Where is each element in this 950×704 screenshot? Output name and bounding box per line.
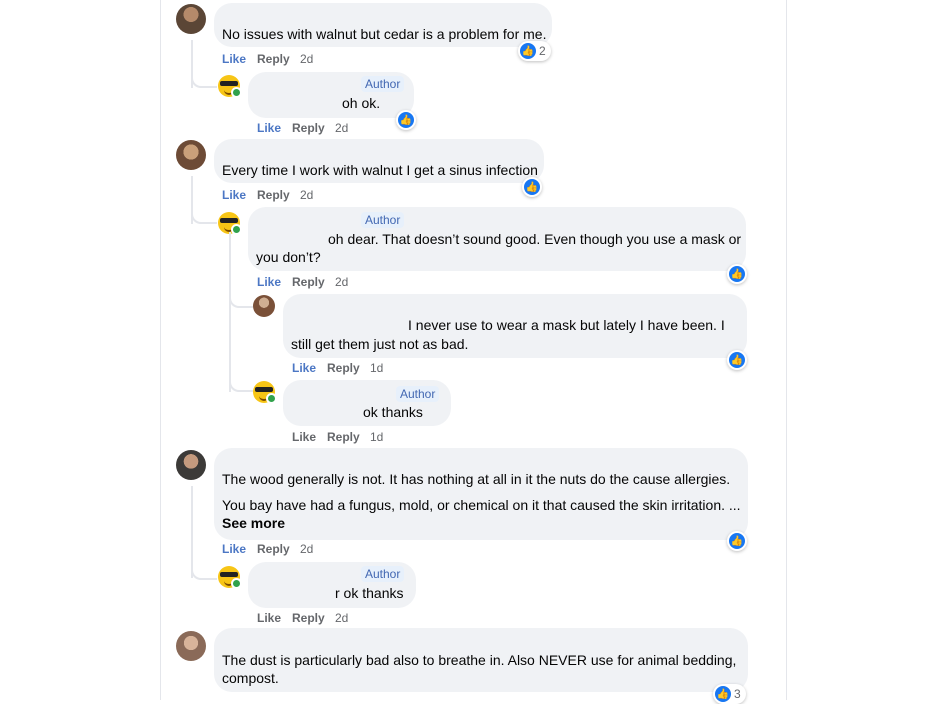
- commenter-name[interactable]: [256, 568, 356, 578]
- avatar[interactable]: [253, 295, 275, 317]
- comment-text-line1: The wood generally is not. It has nothin…: [222, 471, 731, 487]
- reply-text-line2: still get them just not as bad.: [291, 336, 469, 352]
- like-thumb-icon: 👍: [729, 266, 745, 282]
- reply-text: r ok thanks: [335, 585, 404, 601]
- mention-tag[interactable]: [287, 404, 359, 418]
- mention-tag[interactable]: [291, 317, 401, 331]
- timestamp[interactable]: 2d: [335, 121, 348, 135]
- commenter-name[interactable]: [222, 634, 332, 644]
- mention-tag[interactable]: [252, 585, 332, 599]
- mention-tag[interactable]: [256, 231, 322, 245]
- like-thumb-icon: 👍: [520, 43, 536, 59]
- timestamp[interactable]: 2d: [335, 275, 348, 289]
- sunglasses-emoji-icon[interactable]: [218, 566, 242, 589]
- reply-text-line1: oh dear. That doesn’t sound good. Even t…: [328, 231, 742, 247]
- like-button[interactable]: Like: [292, 361, 316, 375]
- like-button[interactable]: Like: [257, 275, 281, 289]
- reply-text: oh ok.: [342, 95, 381, 111]
- avatar[interactable]: [176, 140, 206, 170]
- commenter-name[interactable]: [222, 144, 322, 154]
- timestamp[interactable]: 1d: [370, 361, 383, 375]
- reaction-summary[interactable]: 👍: [522, 177, 542, 197]
- avatar[interactable]: [176, 4, 206, 34]
- timestamp[interactable]: 2d: [300, 188, 313, 202]
- reply-connector: [229, 366, 253, 392]
- commenter-name[interactable]: [222, 454, 332, 464]
- timestamp[interactable]: 2d: [300, 52, 313, 66]
- commenter-name[interactable]: [256, 77, 356, 87]
- comment-text-line2: compost.: [222, 670, 279, 686]
- reply-connector: [191, 60, 217, 88]
- avatar[interactable]: [176, 631, 206, 661]
- author-badge: Author: [396, 386, 440, 402]
- sunglasses-emoji-icon[interactable]: [218, 212, 242, 235]
- reply-button[interactable]: Reply: [327, 361, 360, 375]
- reply-button[interactable]: Reply: [292, 275, 325, 289]
- reply-text-line1: I never use to wear a mask but lately I …: [408, 317, 725, 333]
- reply-button[interactable]: Reply: [292, 611, 325, 625]
- like-thumb-icon: 👍: [729, 352, 745, 368]
- feed-left-border: [160, 0, 161, 700]
- like-button[interactable]: Like: [257, 121, 281, 135]
- comment-text-line1: The dust is particularly bad also to bre…: [222, 652, 737, 668]
- like-button[interactable]: Like: [292, 430, 316, 444]
- reply-text: ok thanks: [363, 404, 423, 420]
- author-badge: Author: [361, 566, 405, 582]
- reaction-summary[interactable]: 👍: [727, 264, 747, 284]
- like-thumb-icon: 👍: [729, 533, 745, 549]
- reply-button[interactable]: Reply: [257, 188, 290, 202]
- reply-button[interactable]: Reply: [292, 121, 325, 135]
- reaction-summary[interactable]: 👍: [396, 110, 416, 130]
- avatar[interactable]: [176, 450, 206, 480]
- author-badge: Author: [361, 76, 405, 92]
- like-button[interactable]: Like: [257, 611, 281, 625]
- reaction-summary[interactable]: 👍: [727, 531, 747, 551]
- reply-button[interactable]: Reply: [327, 430, 360, 444]
- reply-text-line2: you don’t?: [256, 249, 321, 265]
- reply-button[interactable]: Reply: [257, 542, 290, 556]
- like-button[interactable]: Like: [222, 52, 246, 66]
- comment-text: Every time I work with walnut I get a si…: [222, 162, 538, 178]
- timestamp[interactable]: 2d: [335, 611, 348, 625]
- sunglasses-emoji-icon[interactable]: [218, 75, 242, 98]
- reaction-summary[interactable]: 👍 2: [518, 41, 551, 61]
- commenter-name[interactable]: [291, 386, 391, 396]
- like-button[interactable]: Like: [222, 188, 246, 202]
- reply-connector: [191, 556, 217, 580]
- mention-tag[interactable]: [256, 95, 338, 109]
- feed-right-border: [786, 0, 787, 700]
- comment-text: No issues with walnut but cedar is a pro…: [222, 26, 547, 42]
- timestamp[interactable]: 2d: [300, 542, 313, 556]
- reply-connector: [229, 292, 253, 308]
- commenter-name[interactable]: [222, 8, 352, 18]
- commenter-name[interactable]: [291, 300, 401, 310]
- reply-button[interactable]: Reply: [257, 52, 290, 66]
- timestamp[interactable]: 1d: [370, 430, 383, 444]
- author-badge: Author: [361, 212, 405, 228]
- commenter-name[interactable]: [256, 213, 356, 223]
- reaction-summary[interactable]: 👍 3: [713, 684, 746, 704]
- like-thumb-icon: 👍: [524, 179, 540, 195]
- reaction-summary[interactable]: 👍: [727, 350, 747, 370]
- reply-connector: [191, 200, 217, 224]
- see-more-link[interactable]: See more: [222, 514, 285, 532]
- comment-text-line2: You bay have had a fungus, mold, or chem…: [222, 497, 741, 513]
- like-thumb-icon: 👍: [398, 112, 414, 128]
- like-button[interactable]: Like: [222, 542, 246, 556]
- sunglasses-emoji-icon[interactable]: [253, 381, 277, 404]
